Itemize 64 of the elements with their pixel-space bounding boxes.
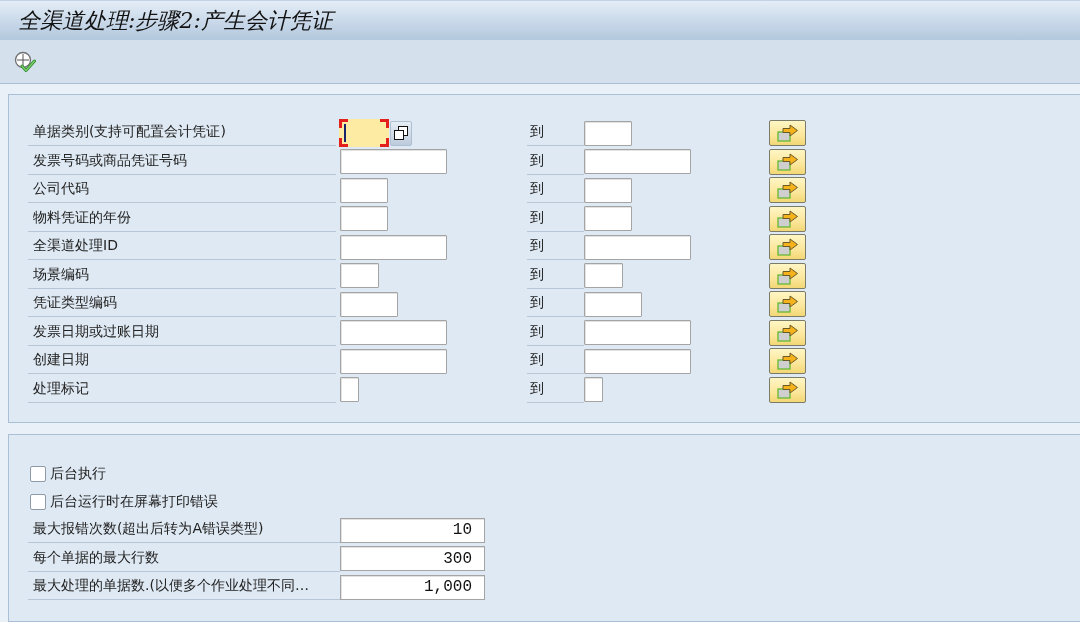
input-field[interactable]	[584, 206, 632, 232]
arrow-box-icon	[776, 380, 799, 399]
multiple-selection-button[interactable]	[769, 120, 806, 147]
text-cursor-icon	[344, 124, 346, 143]
multiple-selection-button[interactable]	[769, 148, 806, 175]
arrow-box-icon	[776, 152, 799, 171]
input-field[interactable]	[340, 348, 447, 374]
field-label: 公司代码	[28, 176, 336, 203]
arrow-box-icon	[776, 266, 799, 285]
input-field[interactable]	[584, 348, 691, 374]
checkbox[interactable]	[30, 494, 46, 510]
multiple-selection-button[interactable]	[769, 376, 806, 403]
input-field[interactable]: 300	[340, 546, 485, 572]
input-field[interactable]	[340, 291, 398, 317]
input-field[interactable]: 10	[340, 517, 485, 543]
multiple-selection-button[interactable]	[769, 348, 806, 375]
input-field[interactable]	[340, 149, 447, 175]
multiple-selection-button[interactable]	[769, 319, 806, 346]
arrow-box-icon	[776, 124, 799, 143]
field-label: 最大报错次数(超出后转为A错误类型)	[28, 516, 340, 543]
checkbox-label: 后台执行	[50, 465, 106, 483]
field-label: 场景编码	[28, 261, 336, 289]
input-field[interactable]	[584, 291, 642, 317]
arrow-box-icon	[776, 323, 799, 342]
field-label: 凭证类型编码	[28, 290, 336, 317]
field-label: 全渠道处理ID	[28, 233, 336, 260]
arrow-box-icon	[776, 209, 799, 228]
checkbox-label: 后台运行时在屏幕打印错误	[50, 493, 218, 511]
input-field[interactable]	[584, 377, 603, 403]
field-label: 物料凭证的年份	[28, 204, 336, 232]
overlapping-squares-icon	[394, 126, 408, 141]
input-field[interactable]	[584, 149, 691, 175]
field-label: 发票号码或商品凭证号码	[28, 147, 336, 175]
multiple-selection-button[interactable]	[769, 177, 806, 204]
arrow-box-icon	[776, 181, 799, 200]
input-field[interactable]	[584, 234, 691, 260]
multiple-selection-button[interactable]	[769, 205, 806, 232]
arrow-box-icon	[776, 352, 799, 371]
arrow-box-icon	[776, 238, 799, 257]
input-field[interactable]	[340, 234, 447, 260]
multiple-selection-button[interactable]	[769, 234, 806, 261]
input-field[interactable]	[340, 206, 388, 232]
multiple-selection-button[interactable]	[769, 291, 806, 318]
multiple-selection-button[interactable]	[769, 262, 806, 289]
arrow-box-icon	[776, 295, 799, 314]
input-field[interactable]	[340, 263, 379, 289]
input-field[interactable]	[340, 320, 447, 346]
checkbox[interactable]	[30, 466, 46, 482]
field-label: 最大处理的单据数.(以便多个作业处理不同…	[28, 573, 340, 600]
input-field[interactable]	[584, 120, 632, 146]
input-field[interactable]	[340, 377, 359, 403]
field-label: 每个单据的最大行数	[28, 544, 340, 572]
field-label: 处理标记	[28, 375, 336, 403]
input-field[interactable]: 1,000	[340, 574, 485, 600]
clock-check-icon[interactable]	[14, 50, 36, 73]
value-help-button[interactable]	[390, 120, 412, 146]
input-field[interactable]	[584, 320, 691, 346]
field-label: 创建日期	[28, 347, 336, 374]
input-field[interactable]	[339, 119, 389, 148]
input-field[interactable]	[584, 263, 623, 289]
field-label: 发票日期或过账日期	[28, 318, 336, 346]
input-field[interactable]	[340, 177, 388, 203]
input-field[interactable]	[584, 177, 632, 203]
field-label: 单据类别(支持可配置会计凭证)	[28, 119, 336, 146]
